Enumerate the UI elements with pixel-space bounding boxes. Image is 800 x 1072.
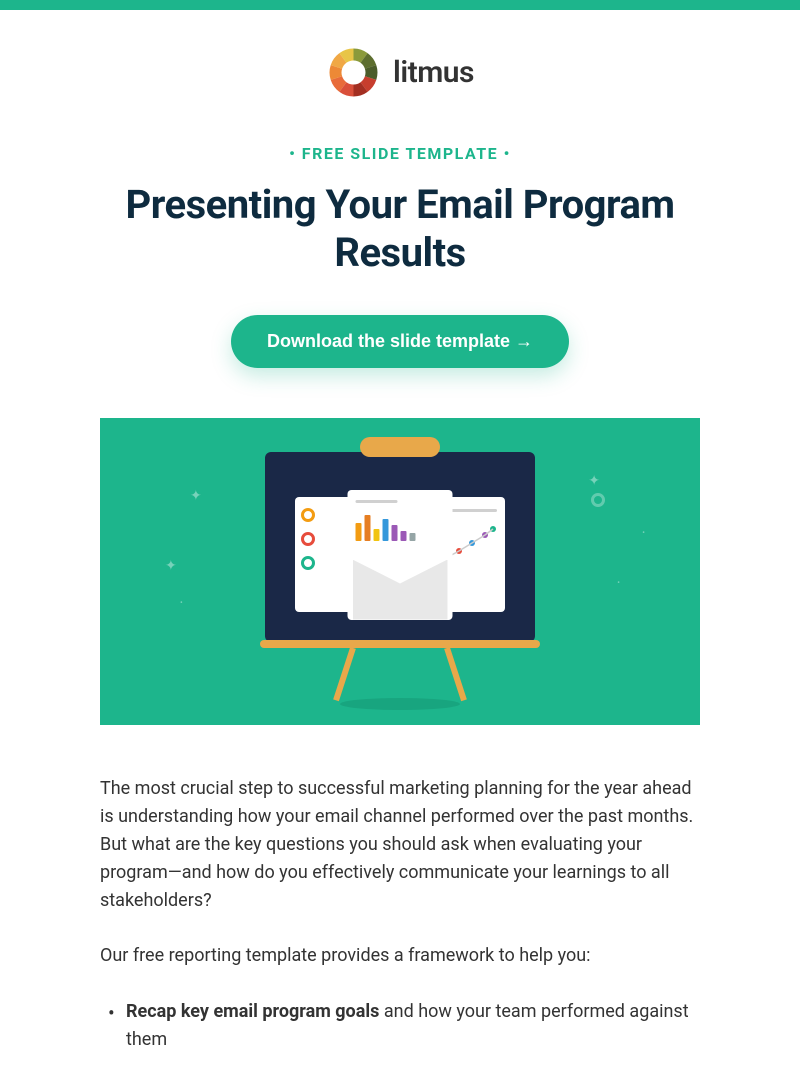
intro-paragraph: The most crucial step to successful mark…: [100, 775, 700, 914]
list-item-bold: Recap key email program goals: [126, 1001, 379, 1022]
eyebrow-label: • FREE SLIDE TEMPLATE •: [100, 144, 700, 163]
cta-section: Download the slide template →: [100, 315, 700, 368]
list-item: Recap key email program goals and how yo…: [126, 998, 700, 1054]
brand-name: litmus: [393, 55, 474, 90]
main-container: litmus • FREE SLIDE TEMPLATE • Presentin…: [0, 10, 800, 1054]
benefits-list: Recap key email program goals and how yo…: [100, 998, 700, 1054]
download-button[interactable]: Download the slide template →: [231, 315, 569, 368]
hero-illustration: ✦ ✦ • ✦ • •: [100, 418, 700, 725]
logo[interactable]: litmus: [326, 45, 474, 100]
easel-graphic: [255, 432, 545, 712]
top-accent-bar: [0, 0, 800, 10]
logo-section: litmus: [100, 10, 700, 144]
lead-in-paragraph: Our free reporting template provides a f…: [100, 942, 700, 970]
litmus-color-wheel-icon: [326, 45, 381, 100]
document-center-icon: [348, 490, 453, 620]
envelope-icon: [353, 560, 448, 620]
page-headline: Presenting Your Email Program Results: [100, 181, 700, 277]
